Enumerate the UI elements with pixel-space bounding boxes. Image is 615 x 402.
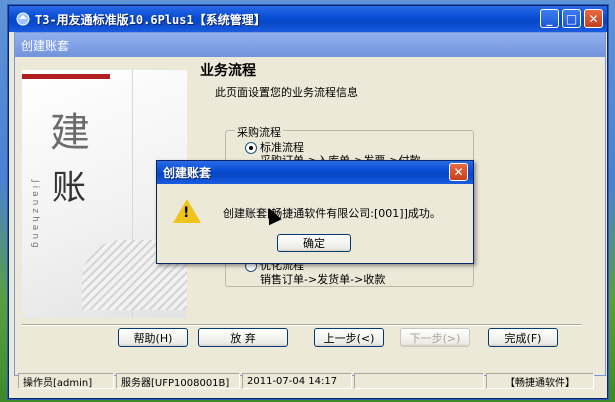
maximize-icon: □ (565, 11, 578, 26)
main-window-title: T3-用友通标准版10.6Plus1【系统管理】 (35, 12, 266, 27)
side-char-jian: 建 (50, 110, 90, 156)
page-heading: 业务流程 (200, 63, 256, 79)
next-button[interactable]: 下一步(>) (400, 328, 470, 347)
status-empty (354, 373, 484, 389)
optimized-flow-desc: 销售订单->发货单->收款 (260, 273, 386, 286)
dialog-title: 创建账套 (163, 166, 212, 180)
app-icon (15, 12, 31, 26)
prev-button[interactable]: 上一步(<) (314, 328, 384, 347)
status-datetime: 2011-07-04 14:17 (242, 373, 352, 389)
status-server: 服务器[UFP1008001B] (116, 373, 240, 389)
help-button[interactable]: 帮助(H) (118, 328, 188, 347)
page-subtitle: 此页面设置您的业务流程信息 (215, 86, 358, 99)
warning-mark: ! (183, 205, 190, 221)
button-separator (22, 324, 582, 326)
wizard-title: 创建账套 (21, 38, 70, 53)
radio-standard-flow[interactable] (245, 142, 257, 154)
finish-button[interactable]: 完成(F) (488, 328, 558, 347)
status-operator: 操作员[admin] (18, 373, 114, 389)
dialog-close-button[interactable]: ✕ (449, 163, 468, 181)
red-bar-decoration (22, 74, 110, 79)
abandon-button[interactable]: 放 弃 (198, 328, 288, 347)
success-dialog: 创建账套 ✕ ! 创建账套[畅捷通软件有限公司:[001]]成功。 确定 (156, 160, 474, 264)
wizard-titlebar[interactable]: 创建账套 (15, 33, 605, 57)
main-titlebar[interactable]: T3-用友通标准版10.6Plus1【系统管理】 _ □ ✕ (9, 6, 607, 32)
purchase-flow-label: 采购流程 (235, 124, 283, 140)
minimize-icon: _ (546, 11, 553, 26)
close-icon: ✕ (453, 165, 464, 179)
close-button[interactable]: ✕ (584, 9, 603, 28)
minimize-button[interactable]: _ (540, 9, 559, 28)
side-char-zhang: 账 (52, 168, 86, 208)
maximize-button[interactable]: □ (562, 9, 581, 28)
side-vertical-text: Jianzhang (30, 180, 40, 251)
close-icon: ✕ (588, 11, 599, 26)
dialog-titlebar[interactable]: 创建账套 ✕ (157, 161, 473, 184)
status-company: 【畅捷通软件】 (486, 373, 594, 389)
dialog-message: 创建账套[畅捷通软件有限公司:[001]]成功。 (223, 207, 441, 220)
ok-button[interactable]: 确定 (277, 234, 351, 252)
